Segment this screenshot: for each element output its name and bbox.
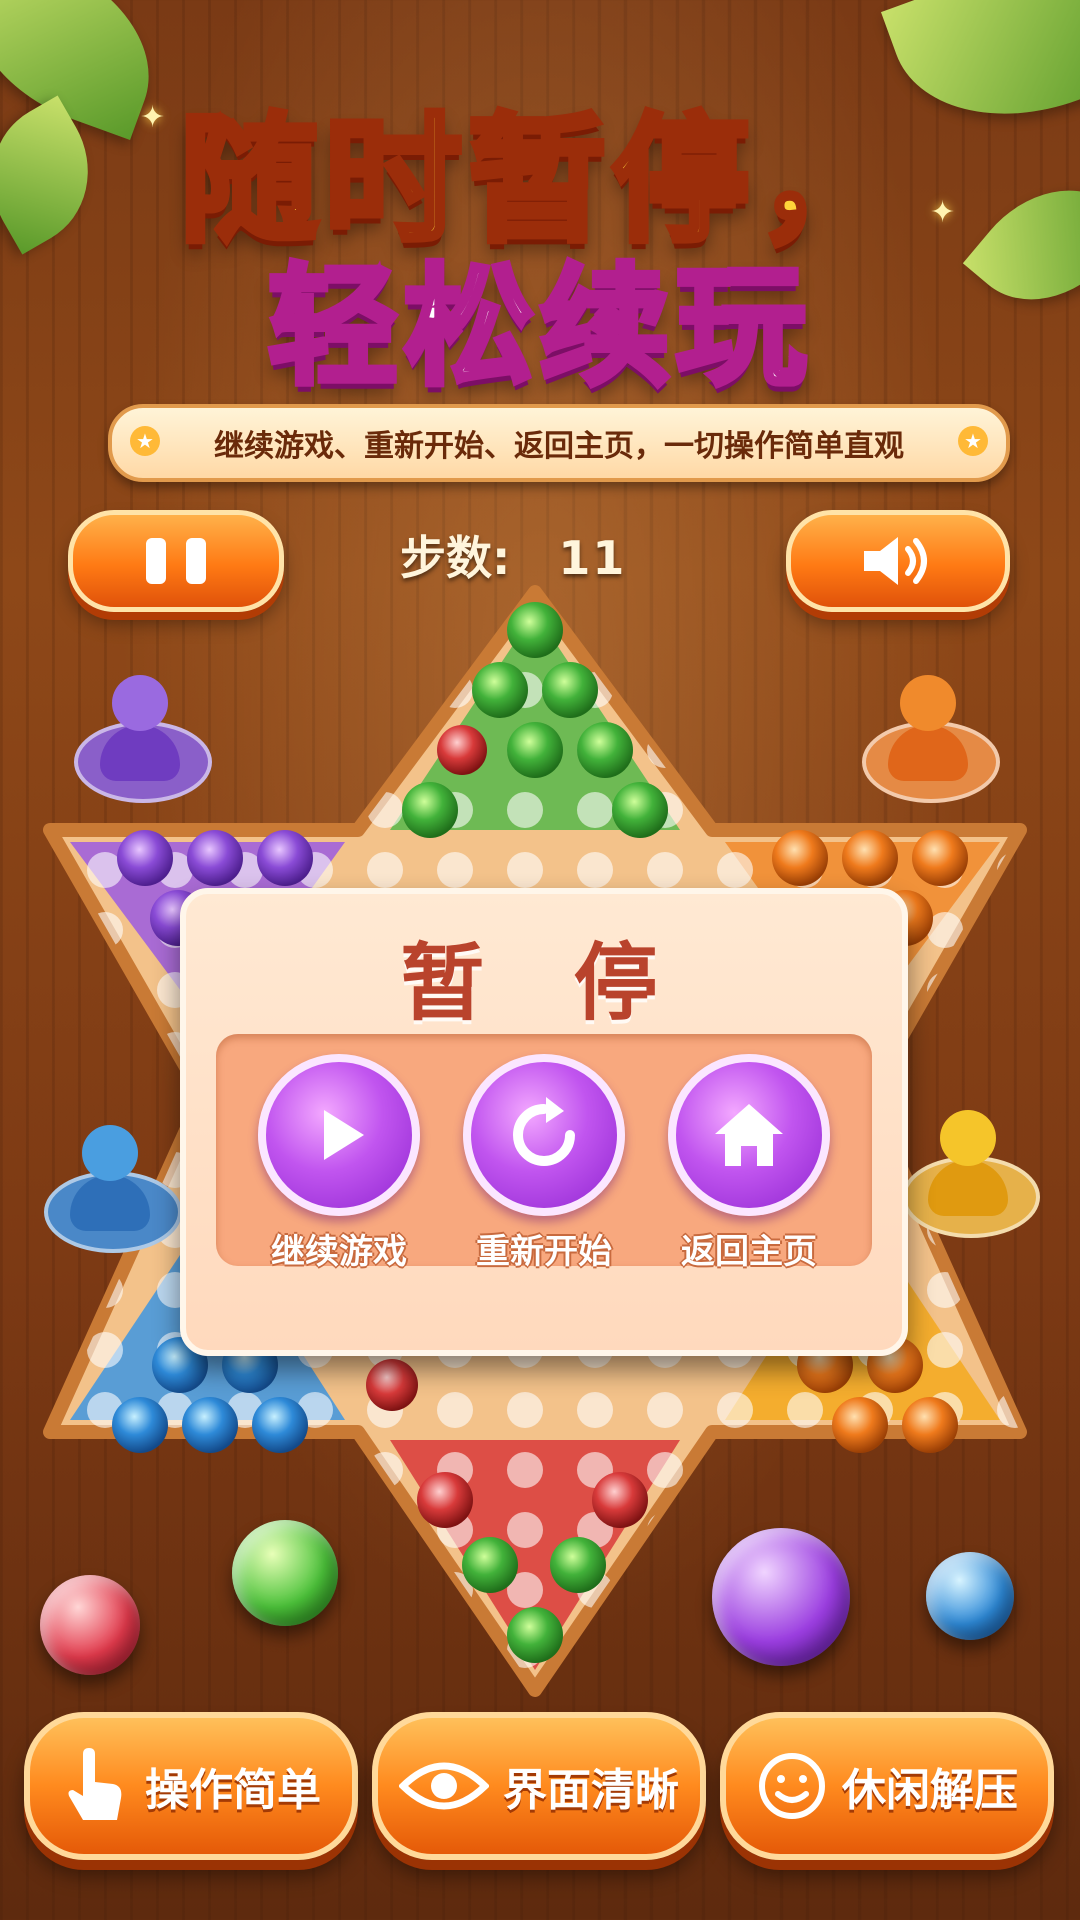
feature-relax-button[interactable]: 休闲解压 [720, 1712, 1054, 1860]
hand-pointer-icon [68, 1748, 122, 1820]
decor-marble-blue [926, 1552, 1014, 1640]
pause-dialog: 暂 停 继续游戏 重新开始 返回主页 [180, 888, 908, 1356]
home-button[interactable]: 返回主页 [654, 1054, 844, 1273]
pause-options-panel: 继续游戏 重新开始 返回主页 [216, 1034, 872, 1272]
continue-game-label: 继续游戏 [271, 1232, 407, 1272]
player-avatar-purple [74, 675, 212, 803]
restart-label: 重新开始 [476, 1232, 612, 1272]
pause-dialog-title: 暂 停 [400, 934, 688, 1032]
smile-icon [759, 1753, 825, 1819]
home-circle[interactable] [668, 1054, 830, 1216]
feature-easy-button[interactable]: 操作简单 [24, 1712, 358, 1860]
player-avatar-blue [44, 1125, 182, 1253]
feature-clear-button[interactable]: 界面清晰 [372, 1712, 706, 1860]
restart-circle[interactable] [463, 1054, 625, 1216]
player-avatar-yellow [902, 1110, 1040, 1238]
continue-game-button[interactable]: 继续游戏 [244, 1054, 434, 1273]
restart-icon [513, 1097, 575, 1166]
continue-game-circle[interactable] [258, 1054, 420, 1216]
home-icon [715, 1104, 783, 1166]
feature-relax-label: 休闲解压 [842, 1765, 1018, 1816]
feature-clear-label: 界面清晰 [503, 1765, 679, 1816]
eye-icon [399, 1762, 489, 1810]
decor-marble-green [232, 1520, 338, 1626]
home-label: 返回主页 [681, 1232, 817, 1272]
player-avatar-orange [862, 675, 1000, 803]
restart-button[interactable]: 重新开始 [449, 1054, 639, 1273]
decor-marble-red [40, 1575, 140, 1675]
feature-easy-label: 操作简单 [145, 1765, 321, 1816]
play-icon [324, 1110, 364, 1160]
decor-marble-purple [712, 1528, 850, 1666]
